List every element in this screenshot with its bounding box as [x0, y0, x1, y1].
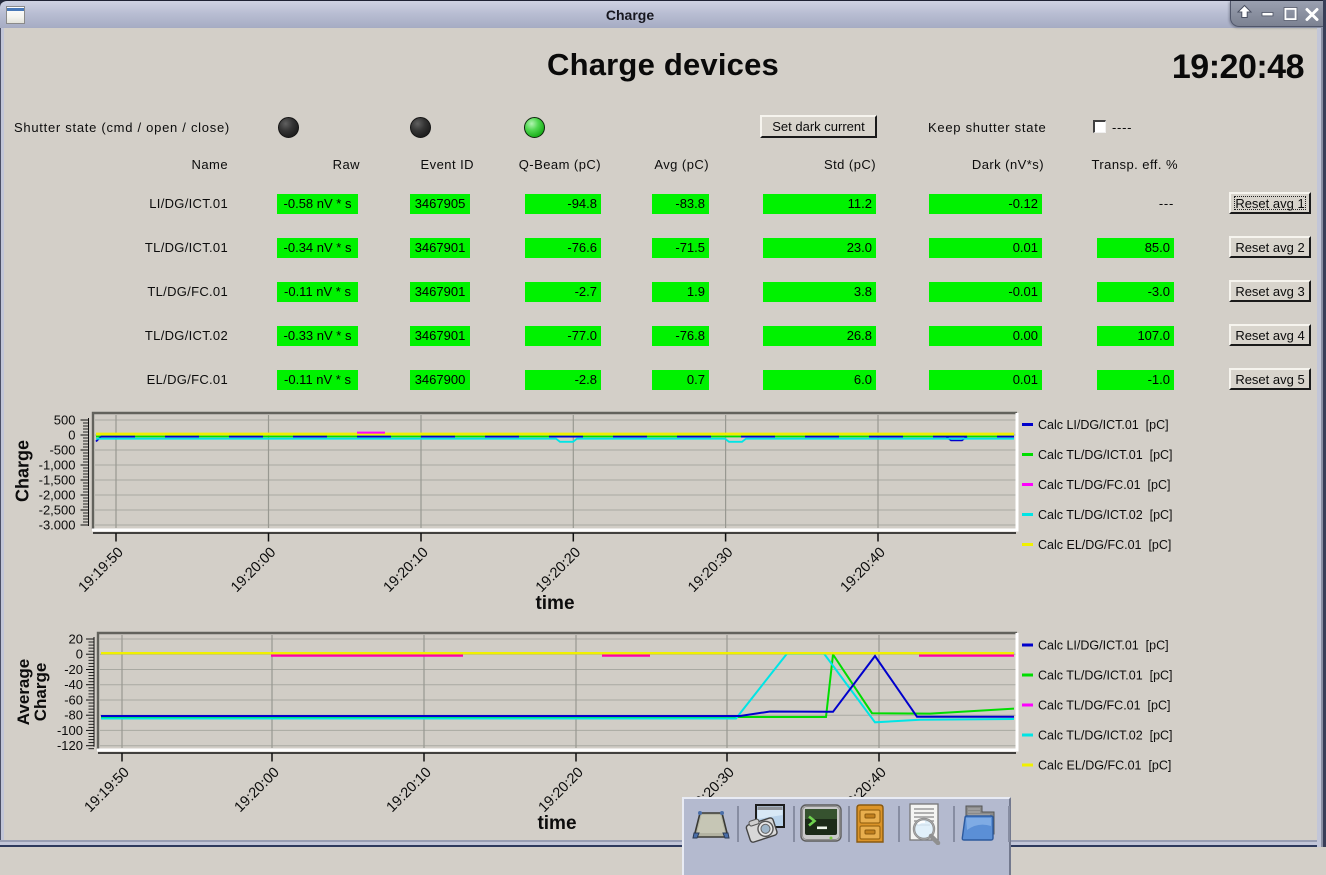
svg-text:time: time — [537, 813, 576, 834]
svg-text:-2,500: -2,500 — [39, 503, 76, 518]
svg-text:Calc LI/DG/ICT.01 [pC]: Calc LI/DG/ICT.01 [pC] — [1038, 418, 1169, 432]
svg-text:20: 20 — [69, 632, 83, 647]
svg-text:19:20:40: 19:20:40 — [838, 545, 889, 596]
svg-text:-100: -100 — [57, 723, 83, 738]
svg-text:Calc TL/DG/ICT.01 [pC]: Calc TL/DG/ICT.01 [pC] — [1038, 448, 1173, 462]
svg-text:19:20:10: 19:20:10 — [381, 545, 432, 596]
svg-text:19:20:10: 19:20:10 — [384, 765, 435, 816]
svg-text:-1,500: -1,500 — [39, 473, 76, 488]
svg-text:Calc LI/DG/ICT.01 [pC]: Calc LI/DG/ICT.01 [pC] — [1038, 639, 1169, 653]
svg-text:-120: -120 — [57, 738, 83, 753]
svg-text:0: 0 — [76, 647, 83, 662]
svg-text:19:19:50: 19:19:50 — [76, 545, 127, 596]
svg-text:Calc EL/DG/FC.01 [pC]: Calc EL/DG/FC.01 [pC] — [1038, 538, 1171, 552]
svg-text:time: time — [535, 593, 574, 614]
svg-text:0: 0 — [68, 428, 75, 443]
svg-text:Calc TL/DG/ICT.02 [pC]: Calc TL/DG/ICT.02 [pC] — [1038, 508, 1173, 522]
svg-text:Charge: Charge — [13, 440, 33, 502]
svg-text:Calc TL/DG/ICT.01 [pC]: Calc TL/DG/ICT.01 [pC] — [1038, 669, 1173, 683]
svg-text:19:20:20: 19:20:20 — [536, 765, 587, 816]
svg-text:Charge: Charge — [31, 663, 50, 722]
svg-text:19:20:20: 19:20:20 — [533, 545, 584, 596]
svg-text:-80: -80 — [64, 708, 83, 723]
svg-text:Calc EL/DG/FC.01 [pC]: Calc EL/DG/FC.01 [pC] — [1038, 759, 1171, 773]
svg-text:19:20:00: 19:20:00 — [228, 545, 279, 596]
svg-text:-2,000: -2,000 — [39, 488, 76, 503]
svg-text:-500: -500 — [49, 443, 75, 458]
svg-text:-1,000: -1,000 — [39, 458, 76, 473]
svg-text:-60: -60 — [64, 693, 83, 708]
svg-text:Calc TL/DG/ICT.02 [pC]: Calc TL/DG/ICT.02 [pC] — [1038, 729, 1173, 743]
svg-text:-40: -40 — [64, 677, 83, 692]
svg-text:500: 500 — [54, 413, 76, 428]
svg-text:Calc TL/DG/FC.01 [pC]: Calc TL/DG/FC.01 [pC] — [1038, 699, 1170, 713]
svg-text:19:20:00: 19:20:00 — [232, 765, 283, 816]
svg-text:Calc TL/DG/FC.01 [pC]: Calc TL/DG/FC.01 [pC] — [1038, 478, 1170, 492]
svg-text:19:20:30: 19:20:30 — [685, 545, 736, 596]
svg-text:-3.000: -3.000 — [39, 518, 76, 533]
svg-text:19:19:50: 19:19:50 — [82, 765, 133, 816]
svg-text:-20: -20 — [64, 662, 83, 677]
